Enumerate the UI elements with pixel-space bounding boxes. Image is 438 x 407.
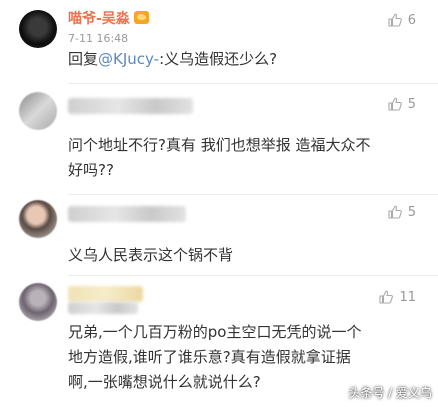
blurred-username <box>68 206 186 222</box>
like-button[interactable]: 5 <box>387 202 416 222</box>
comment-time: 7-11 16:48 <box>68 32 129 45</box>
blurred-username <box>68 98 193 114</box>
comment-text: 义乌人民表示这个锅不背 <box>68 243 418 268</box>
comment-line: 兄弟,一个几百万粉的po主空口无凭的说一个 <box>68 323 362 341</box>
avatar[interactable] <box>19 200 57 238</box>
thumbs-up-icon <box>388 205 402 219</box>
divider <box>68 83 438 84</box>
comment-text: 问个地址不行?真有 我们也想举报 造福大众不 好吗?? <box>68 133 418 183</box>
comment-line: 地方造假,谁听了谁乐意?真有造假就拿证据 <box>68 348 351 366</box>
comment-line: 义乌人民表示这个锅不背 <box>68 246 234 264</box>
avatar[interactable] <box>19 10 57 48</box>
avatar[interactable] <box>19 283 57 321</box>
divider <box>68 194 438 195</box>
mention-link[interactable]: @KJucy- <box>98 50 159 68</box>
blurred-username <box>68 286 143 302</box>
like-count: 11 <box>399 289 416 305</box>
avatar[interactable] <box>19 92 57 130</box>
like-button[interactable]: 6 <box>387 10 416 30</box>
reply-prefix: 回复 <box>68 50 99 68</box>
thumbs-up-icon <box>379 290 394 304</box>
like-count: 5 <box>407 204 416 220</box>
thumbs-up-icon <box>388 97 402 111</box>
comment-text: 回复@KJucy-:义乌造假还少么? <box>68 47 418 72</box>
like-button[interactable]: 5 <box>387 94 416 114</box>
reply-text: :义乌造假还少么? <box>159 50 278 68</box>
username-text[interactable]: 喵爷-吴淼 <box>68 11 130 27</box>
thumbs-up-icon <box>388 13 402 27</box>
vip-crown-icon <box>133 11 149 24</box>
divider <box>68 275 438 276</box>
like-count: 6 <box>407 12 416 28</box>
username[interactable]: 喵爷-吴淼 <box>68 8 149 28</box>
like-count: 5 <box>407 96 416 112</box>
comment-line: 好吗?? <box>68 161 114 179</box>
comment-line: 问个地址不行?真有 我们也想举报 造福大众不 <box>68 136 371 154</box>
like-button[interactable]: 11 <box>378 287 416 307</box>
blurred-username-detail <box>68 302 138 314</box>
watermark: 头条号 / 爱义乌 <box>348 386 432 400</box>
